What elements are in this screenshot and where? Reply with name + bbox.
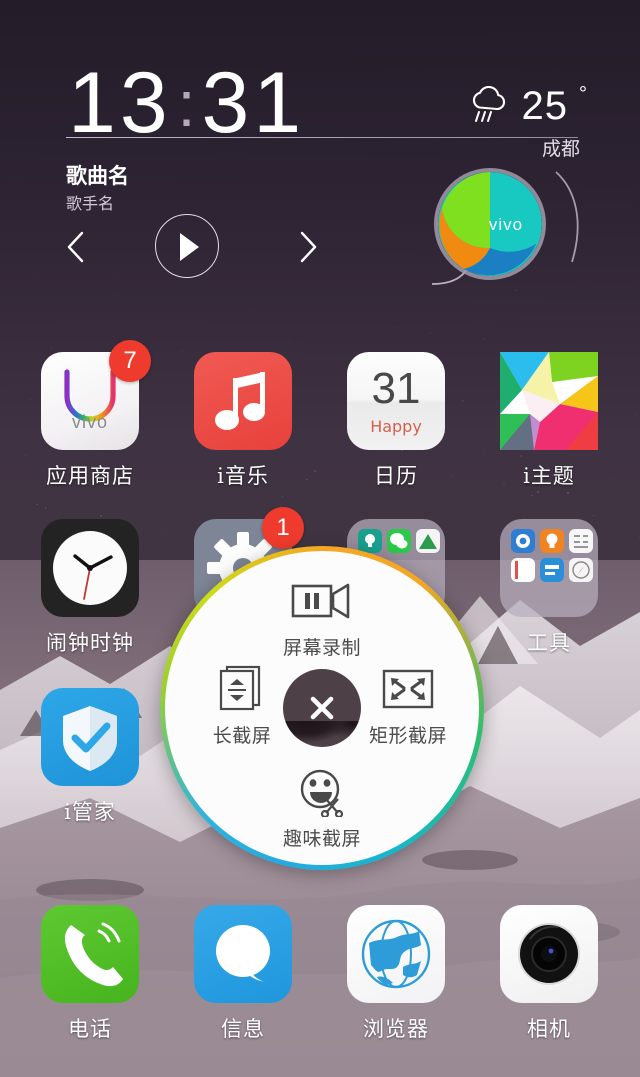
app-label: 闹钟时钟	[46, 631, 134, 655]
dock-item-phone[interactable]: 电话	[10, 905, 170, 1055]
app-label: 日历	[374, 464, 418, 488]
dock-item-camera[interactable]: 相机	[469, 905, 629, 1055]
music-note-icon	[194, 352, 292, 450]
clock-separator: :	[177, 68, 196, 140]
phone-screen: 13:31 25 ° 成都 歌曲名 歌手名 vivo vivo 7 应用商店 i…	[0, 0, 640, 1077]
rain-cloud-icon	[466, 85, 512, 126]
theme-icon	[500, 352, 598, 450]
close-icon[interactable]	[283, 669, 361, 747]
calendar-subtitle: Happy	[370, 417, 422, 436]
folder-mini-icon	[540, 558, 564, 582]
folder-mini-icon	[416, 529, 440, 553]
folder-tools-icon	[500, 519, 598, 617]
message-bubble-icon	[194, 905, 292, 1003]
song-artist: 歌手名	[66, 194, 115, 213]
menu-label: 屏幕录制	[282, 637, 361, 659]
dock-label: 浏览器	[363, 1017, 429, 1041]
fun-screenshot-icon	[252, 766, 392, 818]
app-label: i主题	[523, 464, 575, 488]
dock-label: 电话	[68, 1017, 112, 1041]
rect-screenshot-icon	[343, 663, 473, 715]
album-art[interactable]: vivo	[434, 168, 546, 280]
calendar-day: 31	[371, 364, 421, 413]
camera-icon	[500, 905, 598, 1003]
app-icon-itheme[interactable]: i主题	[469, 352, 629, 502]
badge-count: 7	[109, 340, 151, 382]
screenshot-radial-menu[interactable]: 屏幕录制 长截屏 矩形截屏 趣味截屏	[160, 546, 484, 870]
app-label: 工具	[527, 631, 571, 655]
screen-record-icon	[252, 575, 392, 627]
phone-icon	[41, 905, 139, 1003]
album-arc-decoration	[548, 168, 592, 268]
play-icon[interactable]	[155, 214, 219, 278]
appstore-brand-label: vivo	[71, 412, 108, 432]
folder-mini-icon	[540, 529, 564, 553]
widget-divider-top	[66, 137, 578, 138]
dock-item-messages[interactable]: 信息	[163, 905, 323, 1055]
app-store-icon: vivo 7	[41, 340, 151, 450]
degree-symbol: °	[579, 83, 587, 105]
app-icon-clock[interactable]: 闹钟时钟	[10, 519, 170, 669]
weather-temperature: 25	[521, 84, 568, 128]
menu-item-fun-screenshot[interactable]: 趣味截屏	[252, 766, 392, 851]
folder-mini-icon	[511, 558, 535, 582]
app-label: i音乐	[217, 464, 269, 488]
folder-mini-icon	[569, 529, 593, 553]
folder-mini-icon	[387, 529, 411, 553]
dock-label: 信息	[221, 1017, 265, 1041]
app-label: i管家	[64, 800, 116, 824]
app-icon-imusic[interactable]: i音乐	[163, 352, 323, 502]
folder-mini-icon	[358, 529, 382, 553]
menu-item-screen-record[interactable]: 屏幕录制	[252, 575, 392, 660]
svg-text:vivo: vivo	[489, 215, 523, 234]
app-label: 应用商店	[46, 464, 134, 488]
globe-icon	[347, 905, 445, 1003]
previous-track-icon[interactable]	[60, 225, 94, 269]
menu-label: 趣味截屏	[282, 828, 361, 850]
alarm-clock-icon	[41, 519, 139, 617]
folder-mini-icon	[511, 529, 535, 553]
app-icon-calendar[interactable]: 31 Happy 日历	[316, 352, 476, 502]
dock-item-browser[interactable]: 浏览器	[316, 905, 476, 1055]
menu-label: 矩形截屏	[368, 725, 447, 747]
badge-count: 1	[262, 507, 304, 549]
lockscreen-clock-widget: 13:31 25 ° 成都	[0, 40, 640, 160]
app-icon-iguard[interactable]: i管家	[10, 688, 170, 838]
dock-label: 相机	[527, 1017, 571, 1041]
next-track-icon[interactable]	[290, 225, 324, 269]
app-folder-tools[interactable]: 工具	[469, 519, 629, 669]
calendar-icon: 31 Happy	[347, 352, 445, 450]
radial-menu-inner: 屏幕录制 长截屏 矩形截屏 趣味截屏	[165, 551, 479, 865]
menu-item-rect-screenshot[interactable]: 矩形截屏	[343, 663, 473, 748]
clock-time: 13:31	[68, 60, 305, 153]
app-icon-appstore[interactable]: vivo 7 应用商店	[10, 340, 170, 502]
song-title: 歌曲名	[66, 164, 129, 188]
shield-check-icon	[41, 688, 139, 786]
folder-mini-icon	[569, 558, 593, 582]
